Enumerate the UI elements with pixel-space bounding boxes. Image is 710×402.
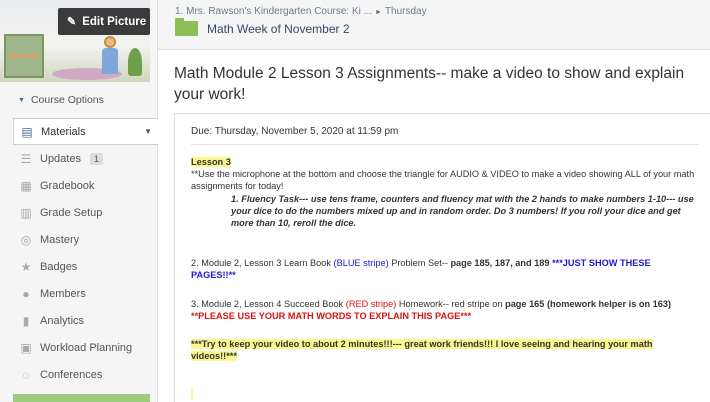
assignment-body: Lesson 3 **Use the microphone at the bot…	[191, 156, 695, 362]
sidebar-item-label: Conferences	[40, 368, 103, 381]
sidebar-item-grade-setup[interactable]: ▥ Grade Setup	[13, 199, 158, 226]
bookshelf-illustration	[4, 34, 44, 78]
sidebar-item-gradebook[interactable]: ▦ Gradebook	[13, 172, 158, 199]
task-2: 2. Module 2, Lesson 3 Learn Book (BLUE s…	[191, 258, 651, 280]
sidebar-item-label: Badges	[40, 260, 78, 273]
analytics-icon: ▮	[22, 313, 30, 328]
breadcrumb-course-link[interactable]: 1. Mrs. Rawson's Kindergarten Course: Ki…	[175, 6, 372, 17]
closing-note: ***Try to keep your video to about 2 min…	[191, 339, 653, 361]
mastery-icon: ◎	[20, 232, 32, 247]
sidebar-item-label: Materials	[41, 125, 86, 138]
lesson-heading: Lesson 3	[191, 157, 231, 167]
plant-illustration	[128, 48, 142, 76]
sidebar-item-updates[interactable]: ☰ Updates 1	[13, 145, 158, 172]
assignment-content: Due: Thursday, November 5, 2020 at 11:59…	[174, 113, 710, 402]
caret-down-icon: ▼	[18, 96, 25, 104]
sidebar-item-label: Workload Planning	[40, 341, 133, 354]
sidebar-item-label: Analytics	[40, 314, 85, 327]
course-options-toggle[interactable]: ▼ Course Options	[18, 94, 104, 106]
task-1: 1. Fluency Task--- use tens frame, count…	[231, 194, 694, 228]
sidebar: ✎ Edit Picture ▼ Course Options ▤ Materi…	[0, 0, 158, 402]
updates-count-badge: 1	[89, 152, 103, 165]
sidebar-item-label: Updates	[40, 152, 81, 165]
folder-header: 1. Mrs. Rawson's Kindergarten Course: Ki…	[158, 0, 710, 50]
caret-down-icon[interactable]: ▼	[144, 127, 152, 136]
members-icon: ●	[22, 286, 30, 301]
sidebar-item-label: Gradebook	[40, 179, 95, 192]
materials-icon: ▤	[21, 124, 33, 139]
sidebar-item-members[interactable]: ● Members	[13, 280, 158, 307]
course-options-label: Course Options	[30, 94, 104, 106]
grade-setup-icon: ▥	[20, 205, 32, 220]
teacher-avatar-illustration	[100, 36, 120, 76]
task-3: 3. Module 2, Lesson 4 Succeed Book (RED …	[191, 299, 672, 321]
pencil-icon: ✎	[67, 16, 77, 28]
sidebar-item-analytics[interactable]: ▮ Analytics	[13, 307, 158, 334]
course-picture: ✎ Edit Picture	[0, 0, 150, 82]
folder-icon	[175, 18, 198, 36]
conferences-icon: ◌	[22, 367, 30, 382]
sidebar-item-label: Members	[40, 287, 86, 300]
sidebar-action-bar[interactable]	[13, 394, 150, 402]
sidebar-item-label: Grade Setup	[40, 206, 103, 219]
page-title: Math Module 2 Lesson 3 Assignments-- mak…	[174, 65, 685, 103]
divider	[191, 144, 699, 145]
folder-title: Math Week of November 2	[207, 22, 350, 36]
badges-icon: ★	[20, 259, 32, 274]
workload-planning-icon: ▣	[20, 340, 32, 355]
page: ✎ Edit Picture ▼ Course Options ▤ Materi…	[0, 0, 710, 402]
sidebar-item-conferences[interactable]: ◌ Conferences	[13, 361, 158, 388]
breadcrumb: 1. Mrs. Rawson's Kindergarten Course: Ki…	[175, 6, 427, 17]
sidebar-item-workload-planning[interactable]: ▣ Workload Planning	[13, 334, 158, 361]
gradebook-icon: ▦	[20, 178, 32, 193]
text-cursor-marker	[191, 389, 193, 399]
sidebar-item-badges[interactable]: ★ Badges	[13, 253, 158, 280]
breadcrumb-folder-link[interactable]: Thursday	[385, 6, 427, 17]
intro-text: **Use the microphone at the bottom and c…	[191, 169, 695, 191]
edit-picture-button[interactable]: ✎ Edit Picture	[58, 8, 150, 35]
due-date: Due: Thursday, November 5, 2020 at 11:59…	[191, 126, 399, 137]
sidebar-item-label: Mastery	[40, 233, 80, 246]
sidebar-nav: ▤ Materials ▼ ☰ Updates 1 ▦ Gradebook ▥ …	[13, 118, 158, 388]
sidebar-item-mastery[interactable]: ◎ Mastery	[13, 226, 158, 253]
sidebar-item-materials[interactable]: ▤ Materials ▼	[13, 118, 158, 145]
breadcrumb-arrow-icon: ►	[375, 9, 382, 16]
edit-picture-label: Edit Picture	[82, 15, 147, 28]
updates-icon: ☰	[20, 151, 32, 166]
